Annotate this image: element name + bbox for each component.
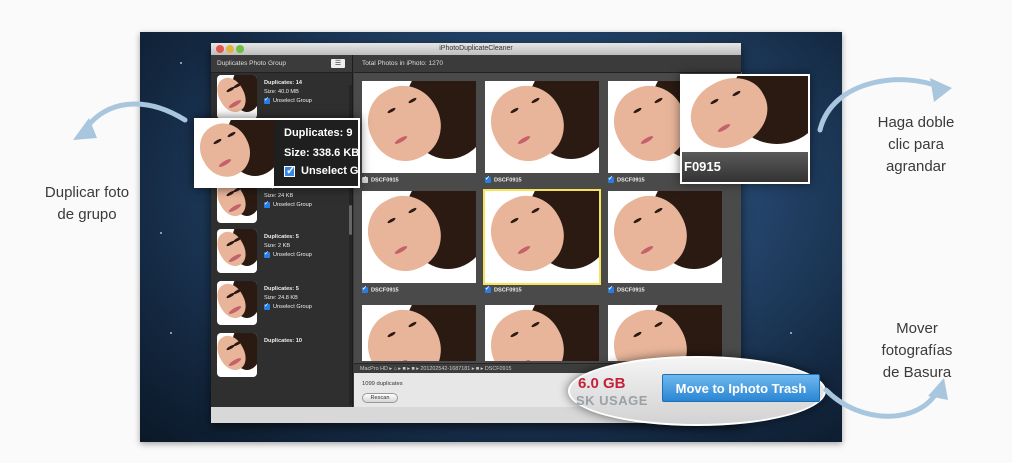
unselect-group-toggle[interactable]: Unselect Group [264, 250, 312, 260]
checkbox-icon[interactable] [608, 285, 614, 293]
photo-label[interactable]: DSCF0915 [485, 285, 522, 293]
checkbox-icon[interactable] [485, 285, 491, 293]
photo-tile[interactable] [362, 81, 476, 173]
checkbox-icon[interactable] [485, 175, 491, 183]
photo-label[interactable]: DSCF0915 [485, 175, 522, 183]
zoom-button[interactable] [236, 45, 244, 53]
checkbox-icon[interactable] [264, 250, 270, 259]
checkbox-icon[interactable] [264, 96, 270, 105]
group-thumbnail[interactable] [217, 281, 257, 325]
photo-tile[interactable] [485, 305, 599, 361]
group-info: Duplicates: 5 Size: 2 KBUnselect Group [264, 233, 312, 260]
sidebar-title: Duplicates Photo Group [217, 60, 287, 67]
group-thumbnail[interactable] [217, 333, 257, 377]
group-thumbnail[interactable] [217, 75, 257, 119]
sidebar: Duplicates Photo Group ☰ Duplicates: 14 S… [211, 55, 353, 407]
photo-zoom-label: F0915 [682, 152, 808, 182]
duplicate-group-item[interactable]: Duplicates: 5 Size: 2 KBUnselect Group [217, 229, 345, 273]
checkbox-icon[interactable] [608, 175, 614, 183]
duplicate-group-item[interactable]: Duplicates: 10 [217, 333, 345, 377]
arrow-left-icon [73, 101, 188, 140]
group-zoom-callout: Duplicates: 9 Size: 338.6 KB Unselect G [194, 118, 360, 188]
photo-tile[interactable] [608, 305, 722, 361]
photo-zoom-callout: F0915 [680, 74, 810, 184]
unselect-group-toggle[interactable]: Unselect Group [264, 200, 312, 210]
title-bar: iPhotoDuplicateCleaner [211, 43, 741, 55]
zoom-unselect-label: Unselect G [301, 165, 359, 177]
checkbox-icon[interactable] [362, 175, 368, 183]
photo-label[interactable]: DSCF0915 [608, 175, 645, 183]
minimize-button[interactable] [226, 45, 234, 53]
zoom-duplicates: Duplicates: 9 [284, 127, 353, 139]
rescan-button[interactable]: Rescan [362, 393, 398, 403]
move-to-trash-button[interactable]: Move to Iphoto Trash [662, 374, 820, 402]
photo-tile[interactable] [485, 81, 599, 173]
group-info: Duplicates: 10 [264, 337, 302, 346]
note-duplicate-group: Duplicar foto de grupo [44, 184, 130, 223]
group-thumbnail[interactable] [217, 229, 257, 273]
group-size: Size: 24 KB [264, 193, 294, 199]
checkbox-icon[interactable] [362, 285, 368, 293]
zoom-size: Size: 338.6 KB [284, 147, 360, 159]
checkbox-icon[interactable] [284, 164, 295, 177]
checkbox-icon[interactable] [264, 200, 270, 209]
zoom-unselect-group[interactable]: Unselect G [284, 164, 359, 177]
photo-label[interactable]: DSCF0915 [362, 285, 399, 293]
disk-usage-label: SK USAGE [576, 393, 648, 408]
trash-callout: 6.0 GB SK USAGE Move to Iphoto Trash [568, 356, 826, 426]
group-duplicates: Duplicates: 5 [264, 234, 299, 240]
photo-label[interactable]: DSCF0915 [362, 175, 399, 183]
list-view-icon[interactable]: ☰ [331, 59, 345, 68]
unselect-group-toggle[interactable]: Unselect Group [264, 96, 312, 106]
photo-label[interactable]: DSCF0915 [608, 285, 645, 293]
group-size: Size: 40.0 MB [264, 89, 299, 95]
sidebar-header: Duplicates Photo Group ☰ [211, 55, 352, 73]
group-duplicates: Duplicates: 10 [264, 338, 302, 344]
total-photos-label: Total Photos in iPhoto: 1270 [354, 55, 741, 73]
photo-tile[interactable] [608, 191, 722, 283]
group-info: Duplicates: 14 Size: 40.0 MBUnselect Grou… [264, 79, 312, 106]
group-duplicates: Duplicates: 14 [264, 80, 302, 86]
photo-tile[interactable] [362, 305, 476, 361]
rescan-label: Rescan [370, 395, 390, 401]
duplicate-count: 1099 duplicates [362, 381, 403, 387]
group-size: Size: 24.8 KB [264, 295, 298, 301]
checkbox-icon[interactable] [264, 302, 270, 311]
disk-usage-value: 6.0 GB [578, 375, 626, 392]
duplicate-group-item[interactable]: Duplicates: 5 Size: 24.8 KBUnselect Group [217, 281, 345, 325]
duplicate-group-item[interactable]: Duplicates: 14 Size: 40.0 MBUnselect Grou… [217, 75, 345, 119]
unselect-group-toggle[interactable]: Unselect Group [264, 302, 312, 312]
group-size: Size: 2 KB [264, 243, 291, 249]
group-duplicates: Duplicates: 5 [264, 286, 299, 292]
close-button[interactable] [216, 45, 224, 53]
window-title: iPhotoDuplicateCleaner [439, 45, 513, 52]
arrow-right-bottom-icon [823, 378, 948, 419]
photo-tile[interactable] [483, 189, 601, 285]
group-info: Duplicates: 5 Size: 24.8 KBUnselect Group [264, 285, 312, 312]
arrow-right-top-icon [817, 77, 952, 133]
photo-tile[interactable] [362, 191, 476, 283]
group-thumbnail-zoom [196, 120, 274, 186]
photo-zoom-image [682, 76, 808, 161]
